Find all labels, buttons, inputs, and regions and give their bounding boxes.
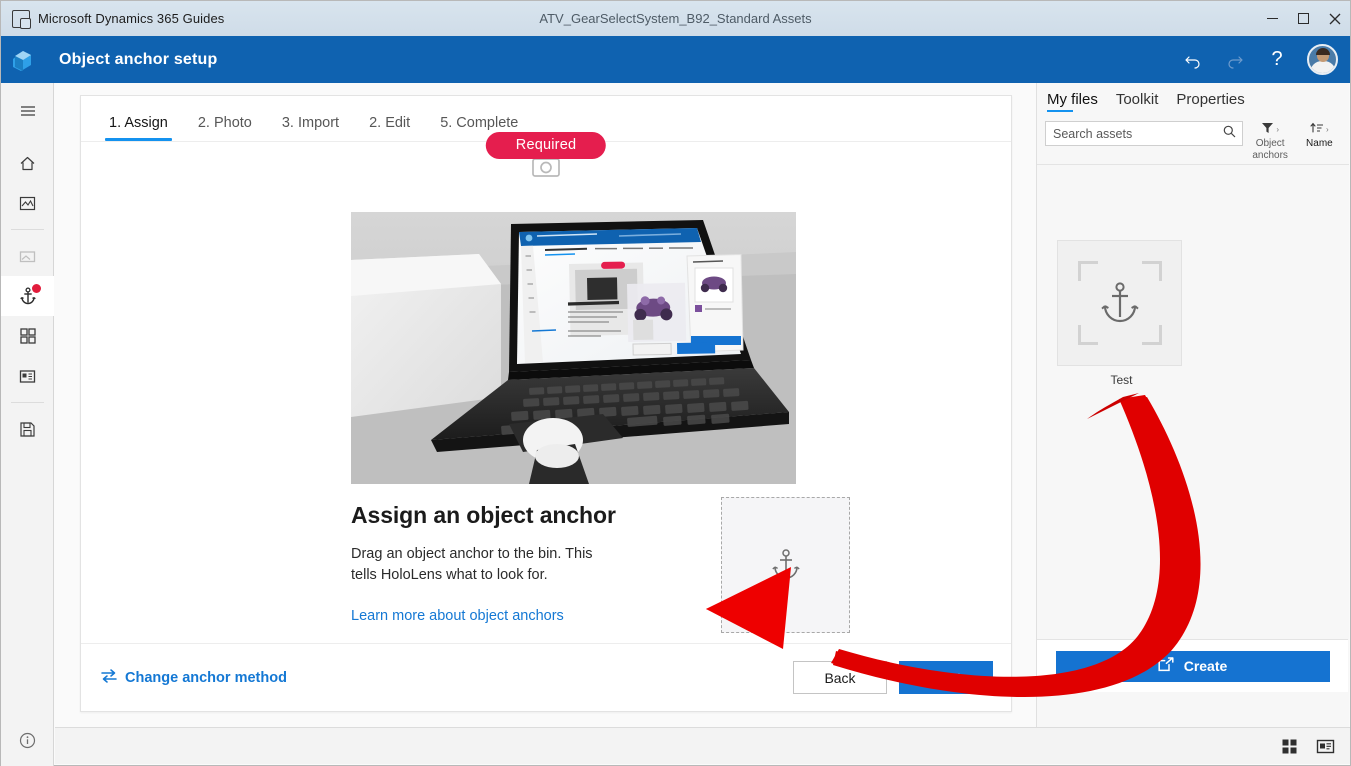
asset-list: Test [1037, 165, 1349, 661]
anchor-icon [771, 548, 801, 582]
filter-label: Object anchors [1249, 138, 1292, 162]
asset-label: Test [1059, 373, 1184, 387]
close-button[interactable] [1319, 1, 1350, 36]
tab-properties[interactable]: Properties [1176, 91, 1244, 113]
header-actions: ? [1173, 36, 1342, 83]
new-window-icon [1158, 657, 1174, 675]
grid-view-icon[interactable] [1276, 734, 1302, 758]
setup-card: 1. Assign 2. Photo 3. Import 2. Edit 5. … [80, 95, 1012, 712]
notification-dot-badge [32, 284, 41, 293]
chevron-right-icon: › [1326, 125, 1329, 135]
sort-label: Name [1306, 138, 1333, 150]
tab-assign[interactable]: 1. Assign [99, 115, 178, 141]
grid-icon[interactable] [1, 316, 54, 356]
redo-icon[interactable] [1215, 40, 1255, 80]
left-rail [1, 83, 54, 766]
sort-icon [1310, 122, 1324, 138]
title-bar: Microsoft Dynamics 365 Guides ATV_GearSe… [1, 1, 1350, 36]
status-bar [55, 727, 1350, 764]
maximize-button[interactable] [1288, 1, 1319, 36]
save-icon[interactable] [1, 409, 54, 449]
chevron-right-icon: › [1276, 125, 1279, 135]
change-anchor-method-label: Change anchor method [125, 670, 287, 686]
help-icon[interactable]: ? [1257, 40, 1297, 80]
main-canvas: 1. Assign 2. Photo 3. Import 2. Edit 5. … [55, 83, 1038, 728]
card-footer: Change anchor method Back Next [81, 643, 1011, 711]
application-window: Microsoft Dynamics 365 Guides ATV_GearSe… [0, 0, 1351, 766]
media-icon[interactable] [1, 183, 54, 223]
learn-more-link[interactable]: Learn more about object anchors [351, 608, 564, 624]
footer-buttons: Back Next [793, 661, 993, 694]
home-icon[interactable] [1, 143, 54, 183]
asset-thumbnail[interactable] [1057, 240, 1182, 366]
instruction-photo [351, 212, 796, 484]
change-anchor-method-link[interactable]: Change anchor method [101, 669, 287, 687]
search-input[interactable] [1046, 122, 1218, 145]
sort-control[interactable]: › Name [1298, 121, 1341, 150]
instruction-body: Drag an object anchor to the bin. This t… [351, 544, 621, 586]
next-button[interactable]: Next [899, 661, 993, 694]
avatar[interactable] [1307, 44, 1338, 75]
right-panel: My files Toolkit Properties › Object anc… [1036, 83, 1349, 728]
undo-icon[interactable] [1173, 40, 1213, 80]
search-assets-box[interactable] [1045, 121, 1243, 146]
filter-control[interactable]: › Object anchors [1249, 121, 1292, 162]
tab-toolkit[interactable]: Toolkit [1116, 91, 1159, 113]
tab-import[interactable]: 3. Import [272, 115, 349, 141]
instruction-heading: Assign an object anchor [351, 502, 991, 529]
sidebar-item-object-anchor[interactable] [1, 276, 54, 316]
anchor-in-brackets-icon [1078, 261, 1162, 345]
back-button[interactable]: Back [793, 661, 887, 694]
panel-tabs: My files Toolkit Properties [1037, 83, 1349, 113]
swap-arrows-icon [101, 669, 117, 687]
info-icon[interactable] [1, 720, 54, 760]
status-badge: Required [486, 132, 606, 159]
tab-edit[interactable]: 2. Edit [359, 115, 420, 141]
card-icon[interactable] [1, 236, 54, 276]
anchor-drop-bin[interactable] [721, 497, 850, 633]
create-button[interactable]: Create [1056, 651, 1330, 682]
panel-toolbar: › Object anchors › Name [1037, 121, 1349, 165]
app-header: Object anchor setup ? [1, 36, 1350, 83]
document-title: ATV_GearSelectSystem_B92_Standard Assets [1, 11, 1350, 26]
tab-my-files[interactable]: My files [1047, 91, 1098, 113]
tab-photo[interactable]: 2. Photo [188, 115, 262, 141]
create-bar: Create [1037, 639, 1348, 692]
guides-logo-icon [1, 45, 47, 75]
rail-divider-2 [11, 402, 44, 403]
outline-icon[interactable] [1, 356, 54, 396]
search-icon[interactable] [1223, 125, 1236, 143]
detail-view-icon[interactable] [1312, 734, 1338, 758]
menu-icon[interactable] [1, 91, 54, 131]
filter-icon [1261, 122, 1274, 138]
instruction-detail: Assign an object anchor Drag an object a… [351, 502, 991, 625]
minimize-button[interactable] [1257, 1, 1288, 36]
create-label: Create [1184, 658, 1228, 674]
window-controls [1257, 1, 1350, 36]
rail-divider [11, 229, 44, 230]
page-title: Object anchor setup [59, 51, 218, 69]
